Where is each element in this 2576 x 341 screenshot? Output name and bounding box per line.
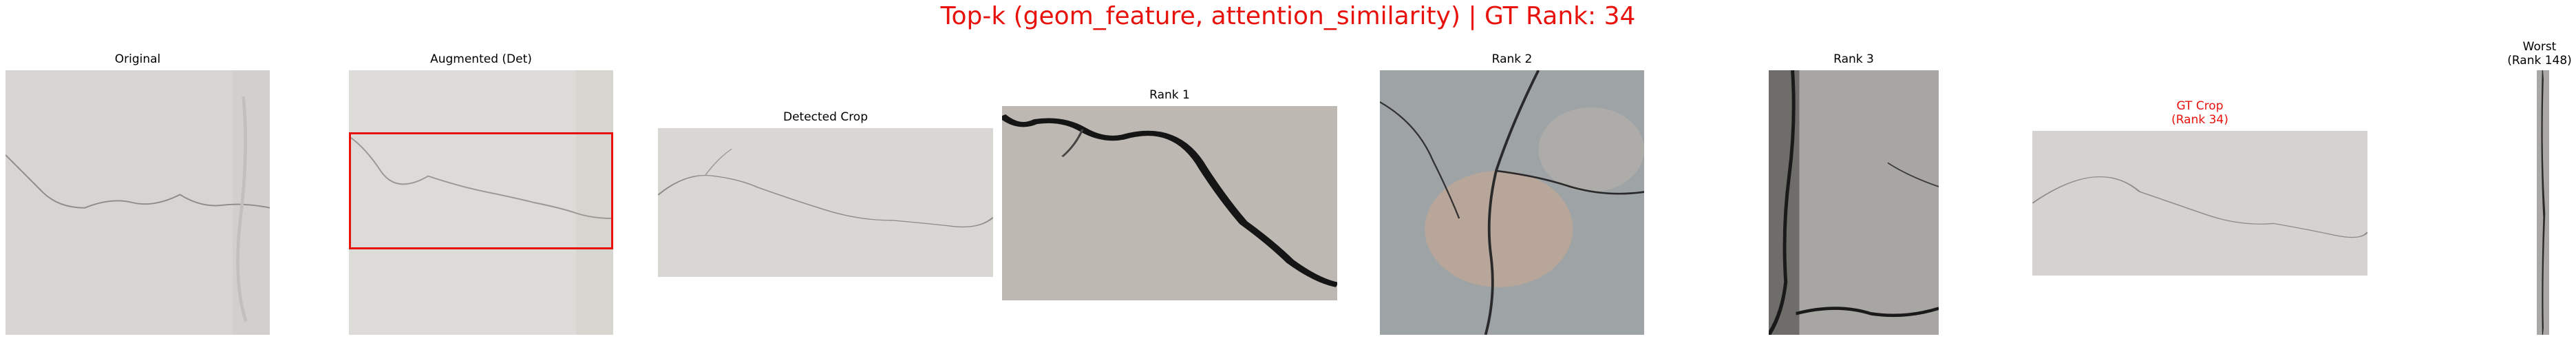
panel-rank-2: Rank 2	[1380, 52, 1644, 335]
rank-2-image	[1380, 70, 1644, 335]
original-image	[6, 70, 270, 335]
rank-1-image	[1002, 106, 1337, 300]
panel-rank-1: Rank 1	[1002, 88, 1337, 300]
panel-title: Worst (Rank 148)	[2507, 40, 2572, 68]
detection-box	[349, 132, 613, 249]
panel-detected-crop: Detected Crop	[658, 110, 993, 277]
panel-gt-crop: GT Crop (Rank 34)	[2032, 99, 2367, 276]
panel-original: Original	[6, 52, 270, 335]
panel-title: Rank 2	[1491, 52, 1533, 66]
figure-title: Top-k (geom_feature, attention_similarit…	[940, 2, 1636, 30]
panel-augmented: Augmented (Det)	[349, 52, 613, 335]
panel-title: Augmented (Det)	[430, 52, 532, 66]
detected-crop-image	[658, 128, 993, 277]
panel-title: GT Crop (Rank 34)	[2171, 99, 2228, 127]
gt-crop-image	[2032, 131, 2367, 276]
panel-title: Detected Crop	[783, 110, 869, 124]
panel-title: Rank 1	[1149, 88, 1190, 102]
panel-worst: Worst (Rank 148)	[2505, 40, 2574, 335]
rank-3-image	[1769, 70, 1939, 335]
panel-title: Rank 3	[1833, 52, 1874, 66]
augmented-image	[349, 70, 613, 335]
panel-title: Original	[114, 52, 161, 66]
worst-image	[2537, 70, 2549, 335]
panel-rank-3: Rank 3	[1769, 52, 1939, 335]
